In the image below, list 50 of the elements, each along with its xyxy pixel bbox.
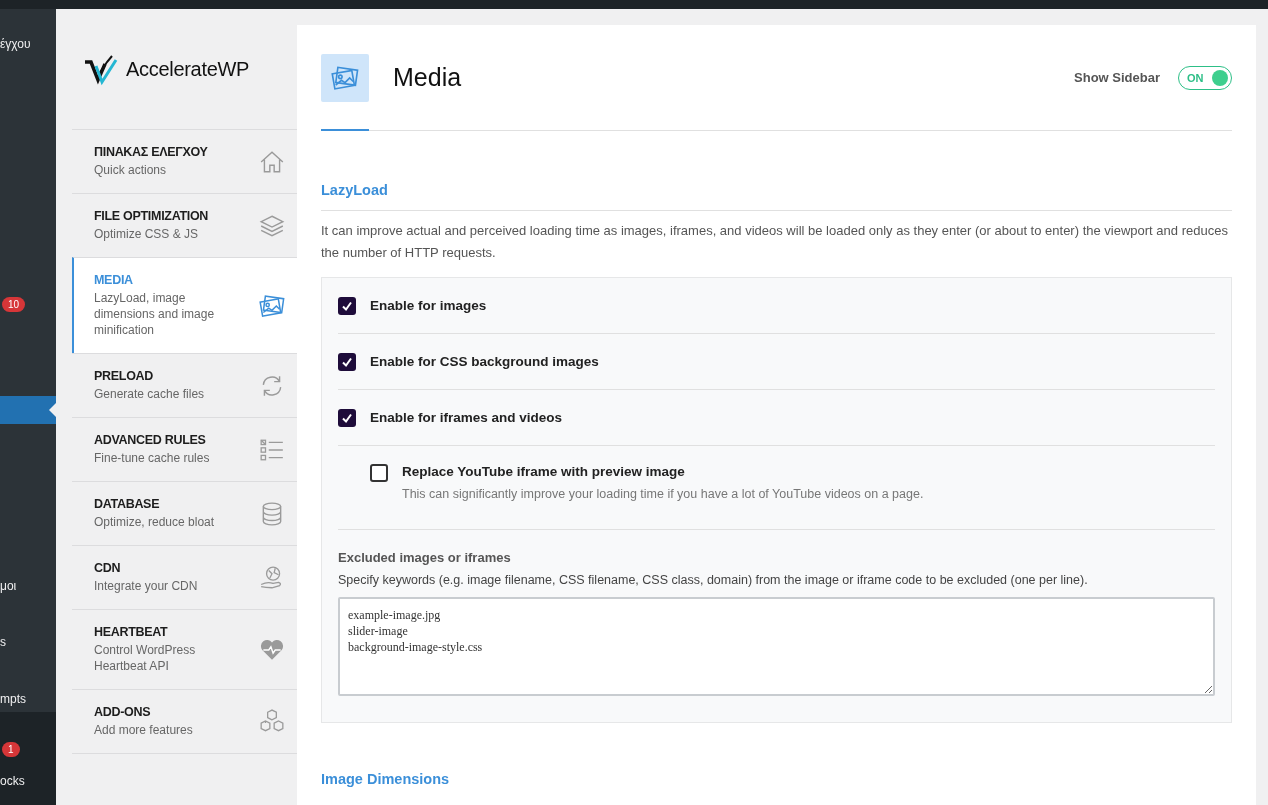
exclusions-field[interactable]: example-image.jpg slider-image background-image-style.css <box>338 597 1215 696</box>
option-description: This can significantly improve your loading time if you have a lot of YouTube videos on a page. <box>402 487 924 501</box>
section-title: LazyLoad <box>321 182 1232 211</box>
sidebar-item-title: MEDIA <box>94 273 134 287</box>
checkmark-icon <box>341 355 353 368</box>
menu-item[interactable]: έγχου <box>0 37 31 51</box>
count-badge: 10 <box>2 297 26 312</box>
sidebar-item-title: ADD-ONS <box>94 705 152 719</box>
section-description: It can improve actual and perceived loading time as images, iframes, and videos will be loaded only as they enter (or about to enter) the viewport and reduces the number of HTTP requests. <box>321 222 1229 262</box>
images-icon <box>321 53 369 102</box>
images-icon <box>259 292 285 319</box>
menu-item-highlight[interactable] <box>0 396 56 424</box>
checkbox[interactable] <box>338 408 356 427</box>
checkbox-label: Enable for images <box>370 298 487 313</box>
menu-item[interactable]: ocks <box>0 774 25 788</box>
sidebar-item-title: FILE OPTIMIZATION <box>94 209 210 223</box>
checkbox-label: Replace YouTube iframe with preview image <box>402 464 686 479</box>
logo-text: AccelerateWP <box>126 58 250 81</box>
menu-item[interactable]: mpts <box>0 692 26 706</box>
sidebar-item-subtitle: Add more features <box>94 722 194 738</box>
page-title: Media <box>393 63 463 92</box>
checkbox[interactable] <box>338 352 356 371</box>
toggle-label: Show Sidebar <box>1074 70 1160 85</box>
field-description: Specify keywords (e.g. image filename, CSS filename, CSS class, domain) from the image or iframe code to be excluded (one per line). <box>338 573 1089 587</box>
menu-item[interactable]: s <box>0 635 6 649</box>
sidebar-item-subtitle: Integrate your CDN <box>94 578 199 594</box>
sidebar-item-subtitle: Fine-tune cache rules <box>94 450 211 466</box>
checkmark-icon <box>341 299 353 312</box>
section-title: Image Dimensions <box>321 771 451 787</box>
checkbox-label: Enable for CSS background images <box>370 354 599 369</box>
sidebar-item-title: HEARTBEAT <box>94 625 169 639</box>
sidebar-item-subtitle: Optimize, reduce bloat <box>94 514 216 530</box>
checkmark-icon <box>341 411 353 424</box>
logo-icon <box>84 53 120 86</box>
sidebar-item-title: CDN <box>94 561 122 575</box>
checkbox-label: Enable for iframes and videos <box>370 410 563 425</box>
menu-item[interactable]: μοι <box>0 579 17 593</box>
sidebar-item-subtitle: Generate cache files <box>94 386 206 402</box>
field-label: Excluded images or iframes <box>338 550 512 565</box>
sidebar-item-subtitle: Control WordPress Heartbeat API <box>94 642 197 674</box>
checkbox[interactable] <box>338 296 356 315</box>
sidebar-item-subtitle: Quick actions <box>94 162 168 178</box>
checkbox[interactable] <box>370 464 388 482</box>
sidebar-item-subtitle: LazyLoad, image dimensions and image minification <box>94 290 216 338</box>
sidebar-item-subtitle: Optimize CSS & JS <box>94 226 200 242</box>
sidebar-item-title: ΠΙΝΑΚΑΣ ΕΛΕΓΧΟΥ <box>94 145 209 159</box>
sidebar-item-title: PRELOAD <box>94 369 154 383</box>
sidebar-item[interactable]: MEDIA LazyLoad, image dimensions and image minification <box>72 257 297 354</box>
sidebar-item-title: ADVANCED RULES <box>94 433 207 447</box>
sidebar-item-title: DATABASE <box>94 497 161 511</box>
